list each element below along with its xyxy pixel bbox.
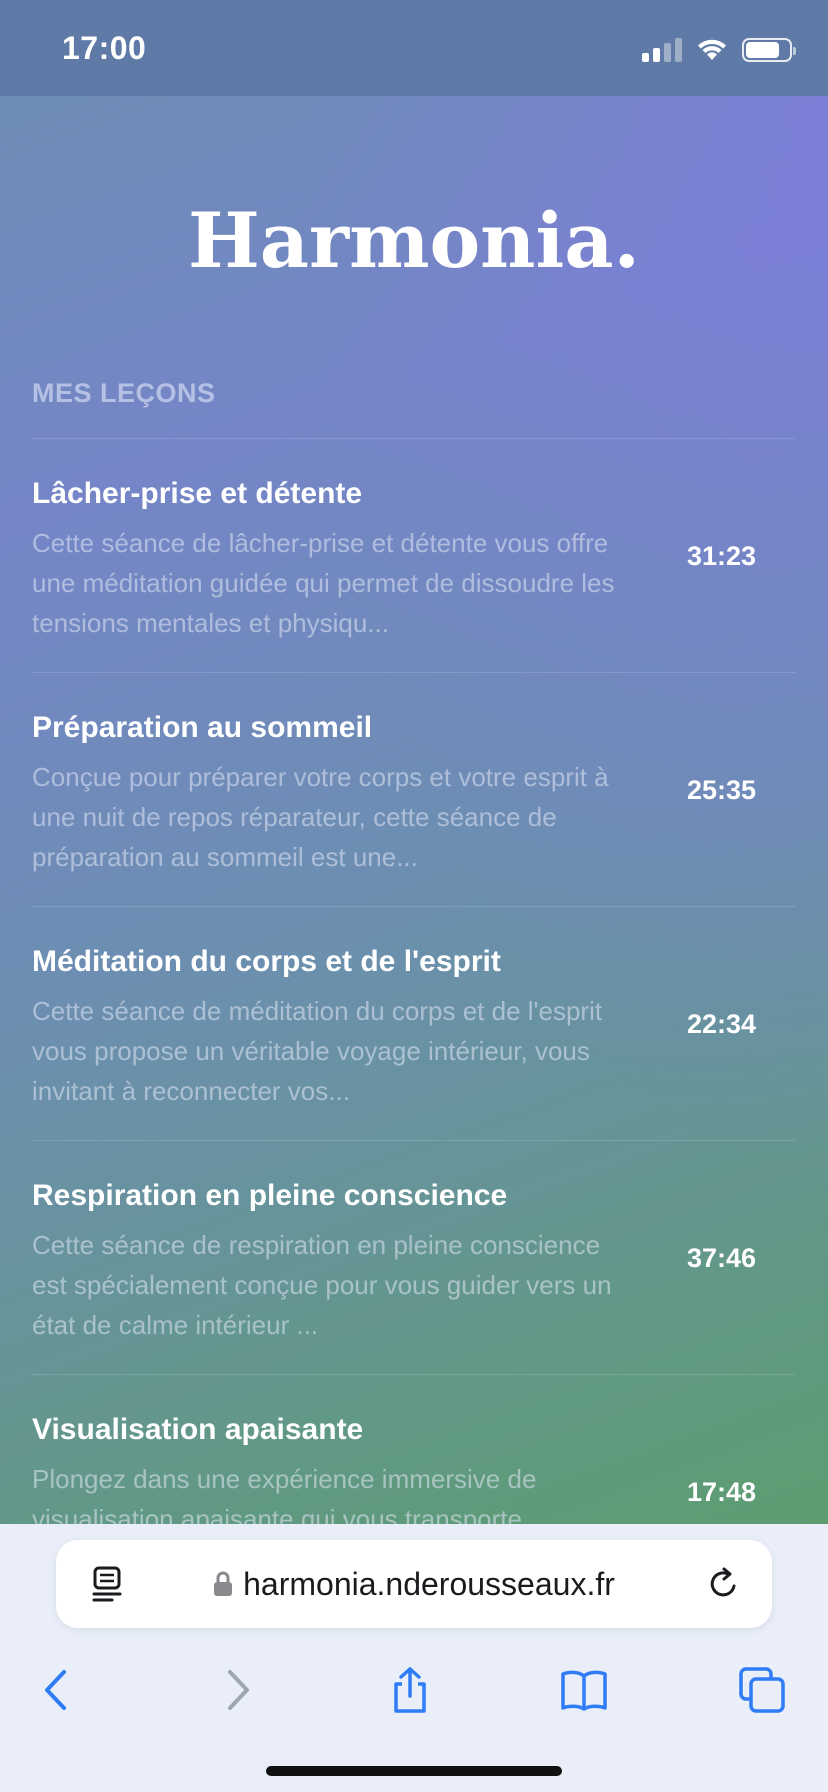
lesson-item[interactable]: Lâcher-prise et détente Cette séance de …	[32, 438, 796, 672]
lesson-item[interactable]: Préparation au sommeil Conçue pour prépa…	[32, 672, 796, 906]
lesson-duration: 25:35	[686, 775, 756, 805]
lesson-duration: 22:34	[686, 1009, 756, 1039]
lesson-description: Cette séance de respiration en pleine co…	[32, 1230, 612, 1340]
share-icon[interactable]	[386, 1666, 434, 1714]
home-indicator	[266, 1766, 562, 1776]
lesson-item[interactable]: Visualisation apaisante Plongez dans une…	[32, 1374, 796, 1524]
reload-icon[interactable]	[706, 1566, 742, 1602]
address-bar[interactable]: harmonia.nderousseaux.fr	[56, 1540, 772, 1628]
lesson-description: Cette séance de méditation du corps et d…	[32, 996, 603, 1106]
lesson-duration: 31:23	[686, 541, 756, 571]
lesson-description: Plongez dans une expérience immersive de…	[32, 1464, 537, 1524]
lesson-item[interactable]: Méditation du corps et de l'esprit Cette…	[32, 906, 796, 1140]
lesson-duration: 37:46	[686, 1243, 756, 1273]
url-display[interactable]: harmonia.nderousseaux.fr	[56, 1566, 772, 1603]
brand-title: Harmonia.	[187, 196, 641, 285]
lesson-title: Visualisation apaisante	[32, 1413, 364, 1446]
status-icons	[642, 36, 796, 64]
lesson-title: Méditation du corps et de l'esprit	[32, 945, 501, 978]
page-content: Harmonia. MES LEÇONS Lâcher-prise et dét…	[0, 96, 828, 1524]
browser-bar: harmonia.nderousseaux.fr	[0, 1524, 828, 1792]
book-icon[interactable]	[560, 1666, 608, 1714]
lock-icon	[214, 1571, 233, 1596]
status-bar: 17:00	[0, 0, 828, 96]
lesson-description: Conçue pour préparer votre corps et votr…	[32, 762, 609, 872]
url-text: harmonia.nderousseaux.fr	[243, 1566, 615, 1602]
lesson-title: Lâcher-prise et détente	[32, 477, 363, 510]
lesson-item[interactable]: Respiration en pleine conscience Cette s…	[32, 1140, 796, 1374]
lesson-title: Respiration en pleine conscience	[32, 1179, 508, 1212]
battery-icon	[742, 38, 796, 62]
cellular-signal-icon	[642, 38, 682, 62]
lesson-title: Préparation au sommeil	[32, 711, 373, 744]
chevron-right-icon[interactable]	[212, 1666, 260, 1714]
tabs-icon[interactable]	[738, 1666, 786, 1714]
lesson-list: Lâcher-prise et détente Cette séance de …	[32, 438, 796, 1524]
lesson-duration: 17:48	[686, 1477, 756, 1507]
wifi-icon	[698, 39, 726, 60]
lesson-description: Cette séance de lâcher-prise et détente …	[32, 528, 615, 638]
status-time: 17:00	[62, 30, 147, 66]
chevron-left-icon[interactable]	[34, 1666, 82, 1714]
section-title: MES LEÇONS	[32, 378, 216, 408]
browser-toolbar	[0, 1648, 828, 1758]
